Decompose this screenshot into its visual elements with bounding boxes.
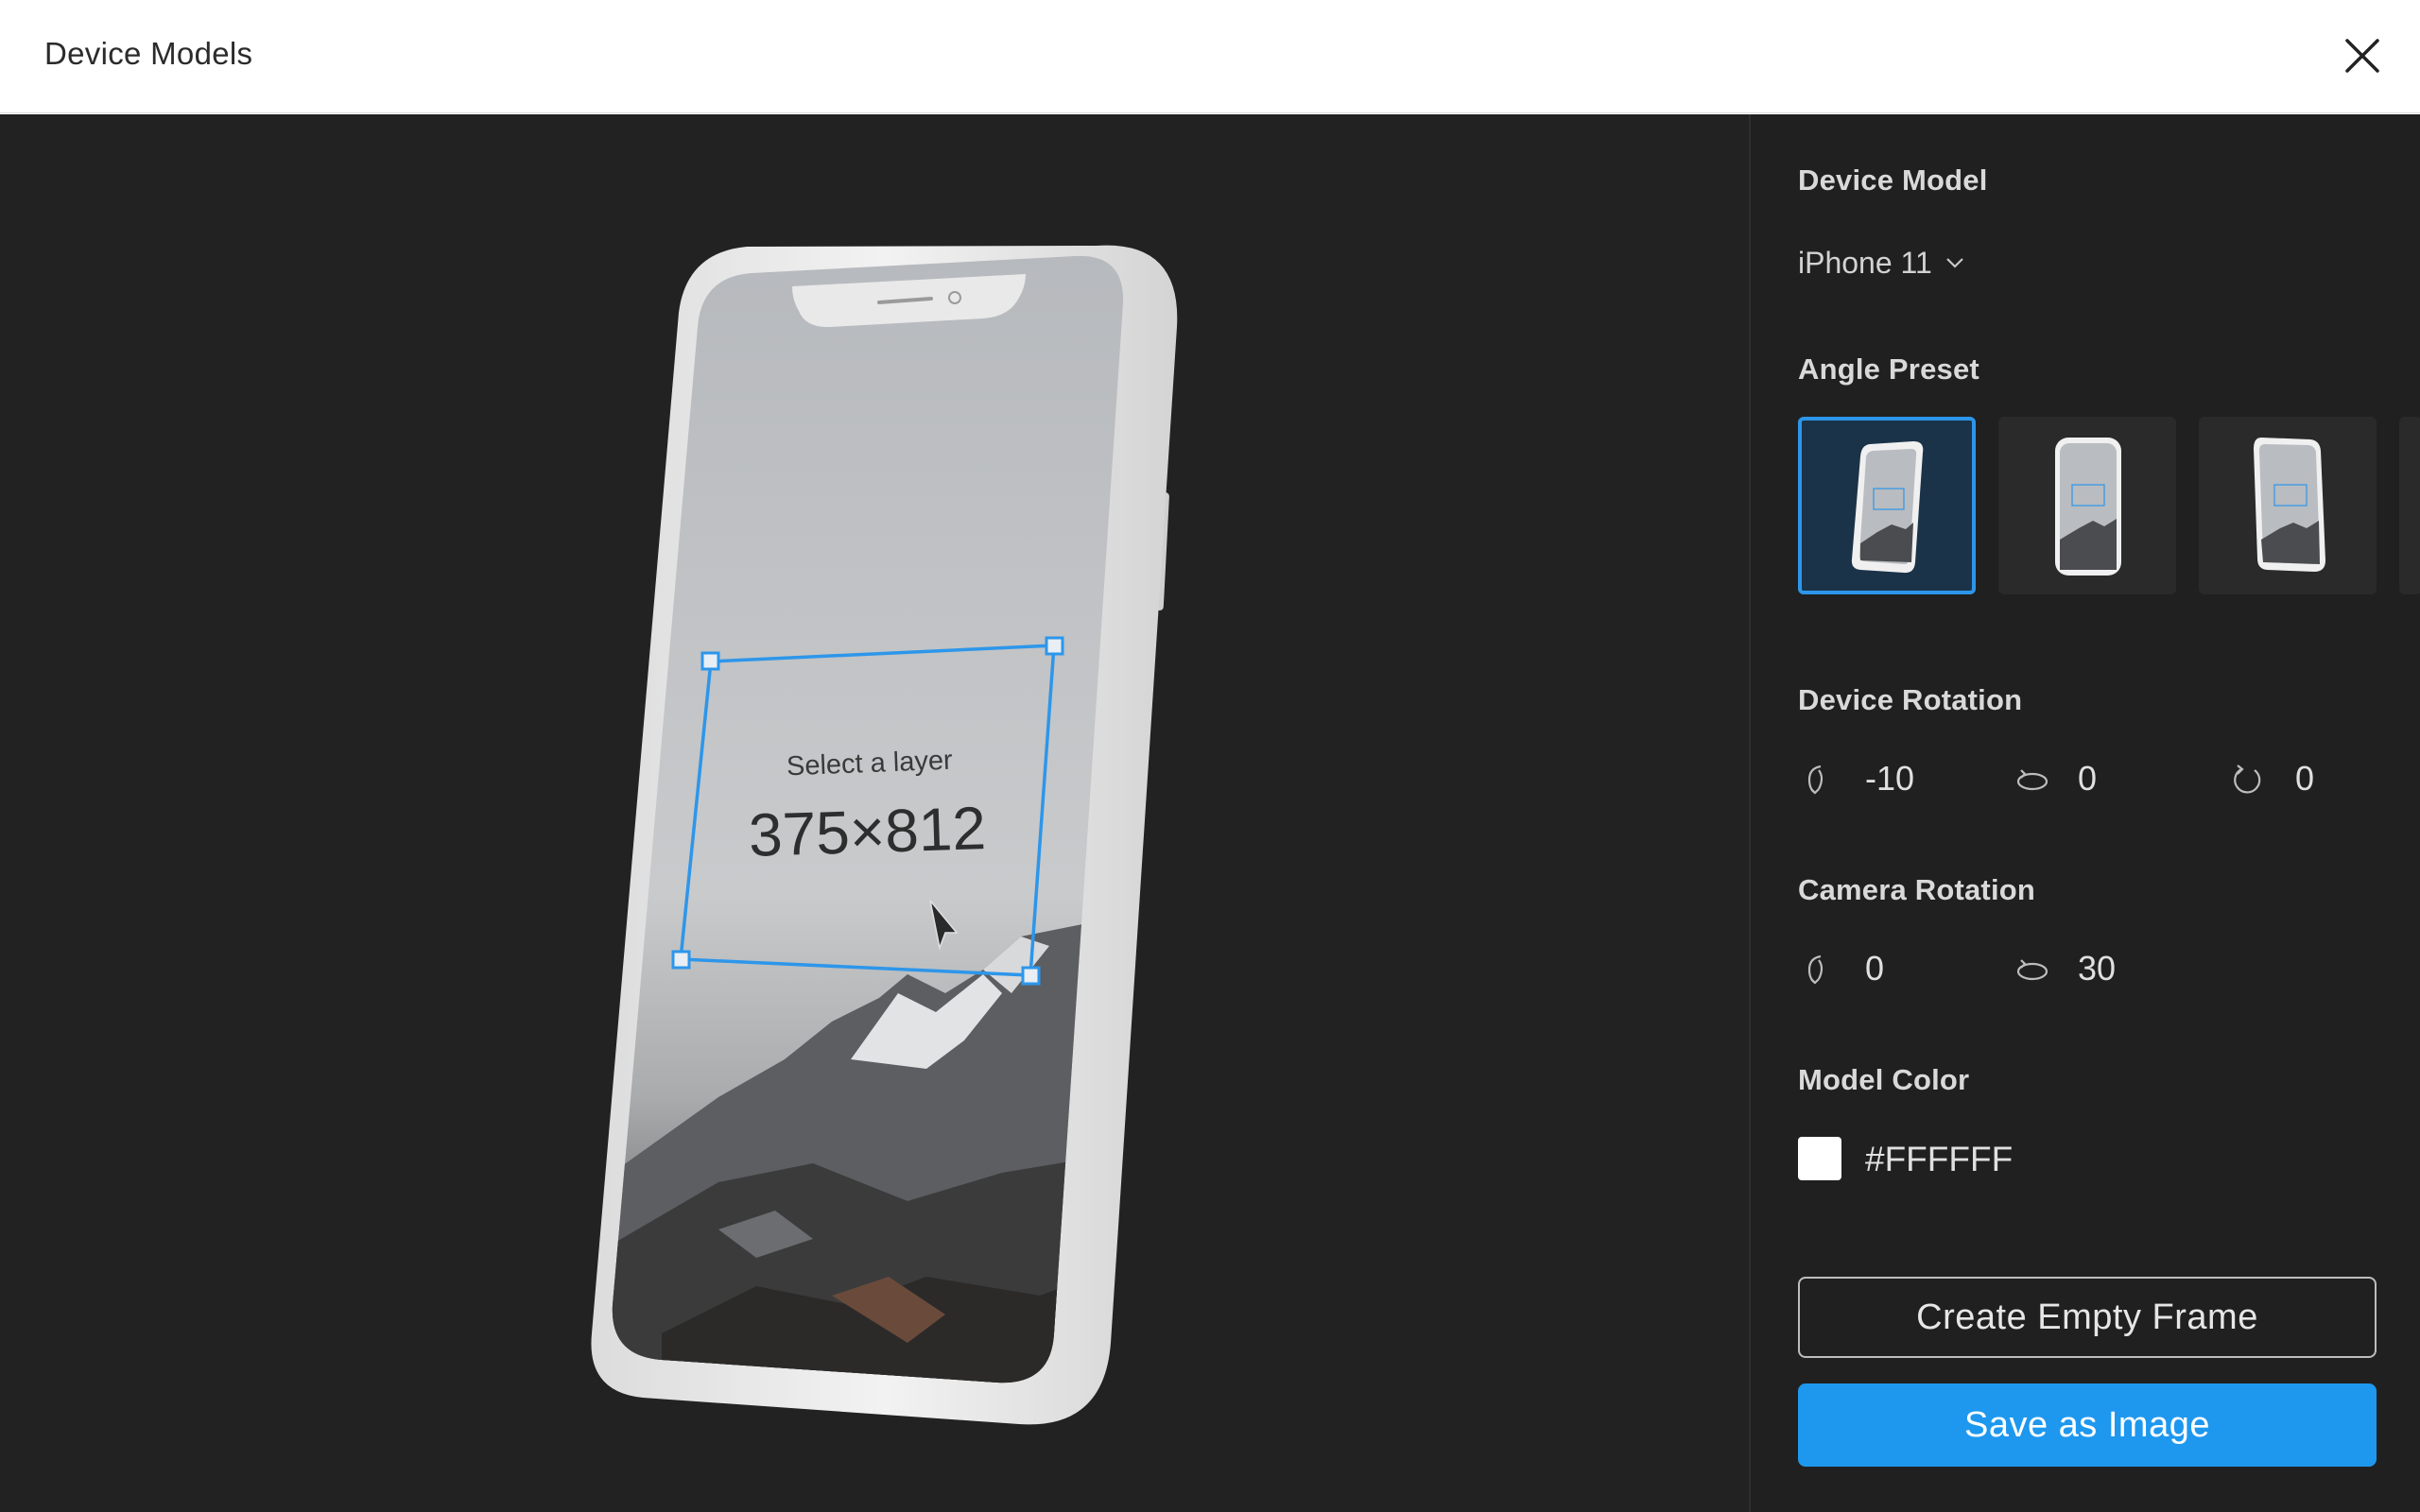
close-icon[interactable] bbox=[2339, 32, 2386, 79]
chevron-down-icon bbox=[1945, 258, 1963, 268]
phone-thumbnail-icon bbox=[1851, 441, 1924, 574]
select-layer-hint: Select a layer bbox=[786, 745, 954, 782]
preview-canvas[interactable]: Select a layer 375×812 bbox=[0, 114, 1749, 1512]
settings-panel: Device Model iPhone 11 Angle Preset Devi… bbox=[1749, 114, 2420, 1512]
rotate-y-icon bbox=[2016, 959, 2048, 981]
camera-rotation-label: Camera Rotation bbox=[1798, 873, 2036, 906]
device-rotation-label: Device Rotation bbox=[1798, 683, 2023, 716]
model-color-swatch[interactable] bbox=[1798, 1137, 1841, 1180]
angle-preset-2[interactable] bbox=[1998, 417, 2176, 594]
device-rotation-x[interactable]: -10 bbox=[1865, 759, 1914, 799]
window-title: Device Models bbox=[44, 36, 253, 71]
angle-preset-1[interactable] bbox=[1798, 417, 1976, 594]
device-rotation-z[interactable]: 0 bbox=[2295, 759, 2314, 799]
title-bar: Device Models bbox=[0, 0, 2420, 113]
save-as-image-button[interactable]: Save as Image bbox=[1798, 1383, 2377, 1467]
device-model-value: iPhone 11 bbox=[1798, 245, 1932, 280]
camera-rotation-y[interactable]: 30 bbox=[2078, 949, 2116, 988]
model-color-label: Model Color bbox=[1798, 1063, 1970, 1096]
rotate-y-icon bbox=[2016, 769, 2048, 791]
rotate-x-icon bbox=[1807, 954, 1824, 985]
rotate-z-icon bbox=[2234, 765, 2261, 794]
device-model-dropdown[interactable]: iPhone 11 bbox=[1798, 241, 1964, 284]
angle-preset-4-partial[interactable] bbox=[2399, 417, 2420, 594]
device-model-label: Device Model bbox=[1798, 163, 1988, 197]
rotate-x-icon bbox=[1807, 765, 1824, 795]
create-empty-frame-button[interactable]: Create Empty Frame bbox=[1798, 1277, 2377, 1358]
angle-preset-label: Angle Preset bbox=[1798, 352, 1979, 386]
camera-rotation-x[interactable]: 0 bbox=[1865, 949, 1884, 988]
model-color-hex[interactable]: #FFFFFF bbox=[1865, 1140, 2013, 1179]
close-button[interactable] bbox=[2339, 32, 2386, 79]
angle-preset-3[interactable] bbox=[2199, 417, 2377, 594]
device-rotation-y[interactable]: 0 bbox=[2078, 759, 2097, 799]
frame-dimensions: 375×812 bbox=[747, 794, 988, 869]
phone-thumbnail-icon bbox=[2055, 438, 2121, 576]
phone-thumbnail-icon bbox=[2254, 438, 2325, 572]
